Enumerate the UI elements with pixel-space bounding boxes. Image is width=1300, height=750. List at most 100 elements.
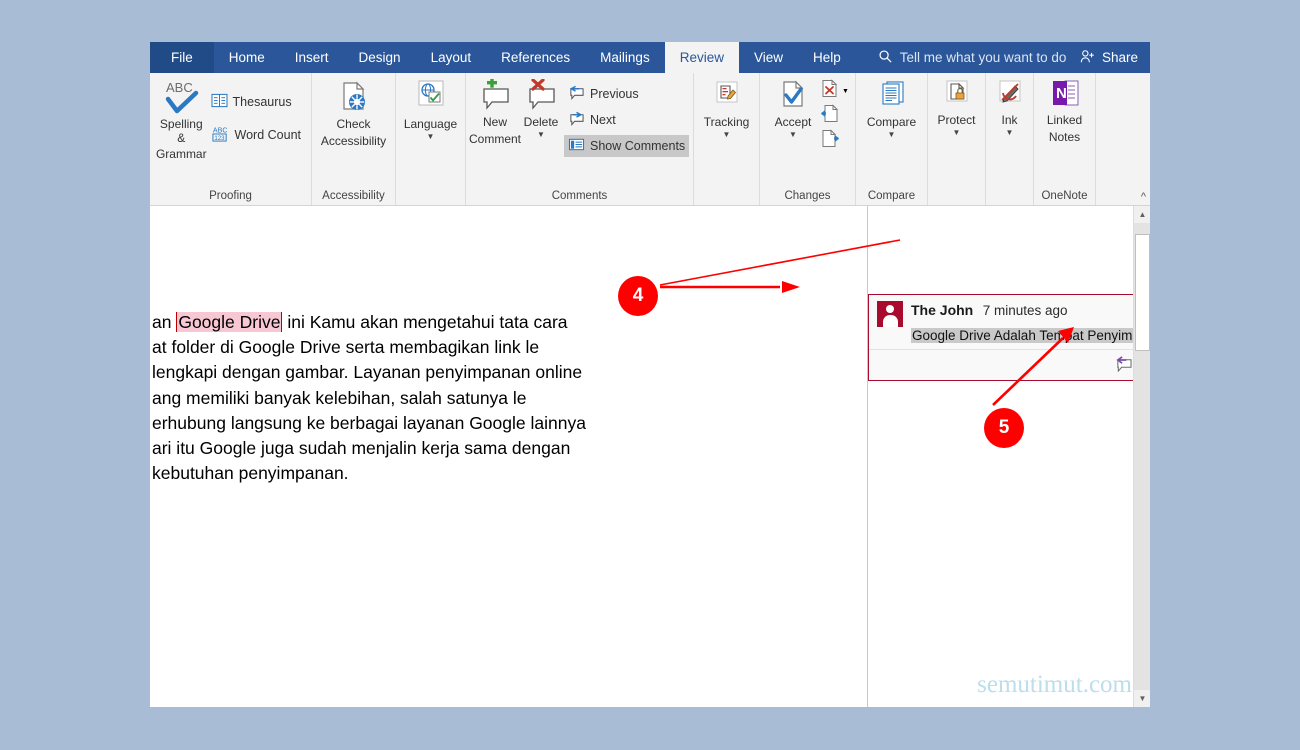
new-comment-label-1: New <box>482 115 507 129</box>
group-label-ink <box>986 188 1033 205</box>
protect-button[interactable]: Protect ▼ <box>934 77 980 137</box>
document-line-2: at folder di Google Drive serta membagik… <box>152 337 540 358</box>
group-label-compare: Compare <box>867 190 916 202</box>
tab-mailings[interactable]: Mailings <box>585 42 665 73</box>
protect-caret-icon[interactable]: ▼ <box>953 128 961 137</box>
site-watermark: semutimut.com <box>977 671 1132 698</box>
linked-notes-label-1: Linked <box>1046 113 1083 127</box>
delete-comment-caret-icon[interactable]: ▼ <box>537 130 545 139</box>
document-line-1-pre: an <box>152 312 177 332</box>
check-accessibility-button[interactable]: Check Accessibility <box>318 77 389 148</box>
tab-home[interactable]: Home <box>214 42 280 73</box>
thesaurus-button[interactable]: Thesaurus <box>207 91 305 113</box>
comment-header: The John 7 minutes ago <box>869 295 1150 327</box>
document-line-1-post: ini Kamu akan mengetahui tata cara <box>282 312 568 332</box>
language-icon <box>412 79 450 115</box>
compare-button[interactable]: Compare ▼ <box>862 77 921 139</box>
previous-comment-icon <box>568 85 585 103</box>
comment-body-text[interactable]: Google Drive Adalah Tempat Penyimpanan F… <box>911 328 1150 343</box>
ribbon-group-tracking: Tracking ▼ <box>694 73 760 205</box>
group-label-tracking <box>694 188 759 205</box>
next-change-icon[interactable] <box>820 129 849 153</box>
tracking-icon <box>710 79 744 113</box>
vertical-scrollbar[interactable]: ▲ ▼ <box>1133 206 1150 707</box>
document-line-6: ari itu Google juga sudah menjalin kerja… <box>152 438 571 459</box>
compare-label: Compare <box>866 115 917 129</box>
ribbon-group-protect: Protect ▼ <box>928 73 986 205</box>
check-accessibility-label-2: Accessibility <box>320 133 387 148</box>
document-line-5: erhubung langsung ke berbagai layanan Go… <box>152 412 586 433</box>
tab-design[interactable]: Design <box>344 42 416 73</box>
language-button[interactable]: Language ▼ <box>402 77 459 141</box>
tab-review[interactable]: Review <box>664 42 739 73</box>
previous-change-icon[interactable] <box>820 104 849 128</box>
scroll-down-arrow[interactable]: ▼ <box>1134 690 1150 707</box>
annotation-badge-5-label: 5 <box>998 417 1010 438</box>
tab-layout[interactable]: Layout <box>416 42 487 73</box>
tab-help-label: Help <box>813 50 841 65</box>
reject-change-caret-icon[interactable]: ▼ <box>842 88 849 95</box>
spelling-grammar-label-1: Spelling & <box>159 117 203 145</box>
linked-notes-label-2: Notes <box>1048 129 1081 144</box>
tab-layout-label: Layout <box>430 50 472 65</box>
tab-references[interactable]: References <box>486 42 585 73</box>
tell-me-search[interactable]: Tell me what you want to do <box>856 42 1079 73</box>
tab-design-label: Design <box>358 50 401 65</box>
compare-caret-icon[interactable]: ▼ <box>888 130 896 139</box>
tab-view[interactable]: View <box>739 42 798 73</box>
group-label-changes: Changes <box>784 190 831 202</box>
group-label-onenote: OneNote <box>1041 190 1088 202</box>
ribbon-group-changes: Accept ▼ ▼ Changes <box>760 73 856 205</box>
tracking-button[interactable]: Tracking ▼ <box>700 77 753 139</box>
svg-text:N: N <box>1056 85 1067 102</box>
ribbon-tabstrip: File Home Insert Design Layout Reference… <box>150 42 1150 73</box>
document-text[interactable]: an Google Drive ini Kamu akan mengetahui… <box>152 310 718 486</box>
onenote-icon: N <box>1047 79 1083 111</box>
group-label-language <box>396 188 465 205</box>
word-count-button[interactable]: ABC 123 Word Count <box>207 123 305 147</box>
svg-text:ABC: ABC <box>212 127 227 135</box>
reject-change-icon[interactable] <box>820 79 840 103</box>
tracking-label: Tracking <box>703 115 750 129</box>
show-comments-button[interactable]: Show Comments <box>564 135 690 157</box>
comment-author: The John <box>911 302 974 318</box>
person-avatar-icon <box>877 301 903 327</box>
ink-caret-icon[interactable]: ▼ <box>1006 128 1014 137</box>
tab-insert[interactable]: Insert <box>280 42 344 73</box>
document-line-7: kebutuhan penyimpanan. <box>152 463 349 484</box>
new-comment-button[interactable]: New Comment <box>469 77 522 146</box>
spelling-grammar-label-2: Grammar <box>155 147 207 161</box>
comment-actions: Reply Resolve <box>869 349 1150 380</box>
accept-button[interactable]: Accept ▼ <box>766 77 820 139</box>
spelling-grammar-button[interactable]: ABC Spelling & Grammar <box>156 77 207 162</box>
tab-references-label: References <box>501 50 571 65</box>
share-button[interactable]: Share <box>1080 42 1138 73</box>
new-comment-label-2: Comment <box>469 131 522 146</box>
accept-caret-icon[interactable]: ▼ <box>789 130 797 139</box>
show-comments-label: Show Comments <box>590 139 686 153</box>
thesaurus-label: Thesaurus <box>232 95 292 109</box>
vertical-scroll-thumb[interactable] <box>1135 234 1150 351</box>
chevron-up-icon[interactable]: ^ <box>1141 191 1146 203</box>
linked-notes-button[interactable]: N Linked Notes <box>1040 77 1089 144</box>
comment-card[interactable]: The John 7 minutes ago Google Drive Adal… <box>868 294 1150 381</box>
share-person-icon <box>1080 49 1096 67</box>
new-comment-icon <box>476 79 514 113</box>
tracking-caret-icon[interactable]: ▼ <box>723 130 731 139</box>
scroll-up-arrow[interactable]: ▲ <box>1134 206 1150 223</box>
highlighted-comment-anchor[interactable]: Google Drive <box>176 312 283 332</box>
protect-icon <box>941 79 973 111</box>
previous-comment-button[interactable]: Previous <box>564 83 689 105</box>
annotation-badge-4-label: 4 <box>632 285 644 306</box>
tab-home-label: Home <box>228 50 265 65</box>
group-label-comments: Comments <box>551 190 608 202</box>
group-label-proofing: Proofing <box>209 190 252 202</box>
delete-comment-button[interactable]: Delete ▼ <box>518 77 564 139</box>
ink-button[interactable]: Ink ▼ <box>987 77 1033 137</box>
next-comment-button[interactable]: Next <box>564 109 689 131</box>
reply-arrow-icon <box>1114 355 1133 375</box>
tab-help[interactable]: Help <box>798 42 856 73</box>
language-caret-icon[interactable]: ▼ <box>427 132 435 141</box>
tab-file[interactable]: File <box>150 42 214 73</box>
check-accessibility-icon <box>336 79 372 115</box>
